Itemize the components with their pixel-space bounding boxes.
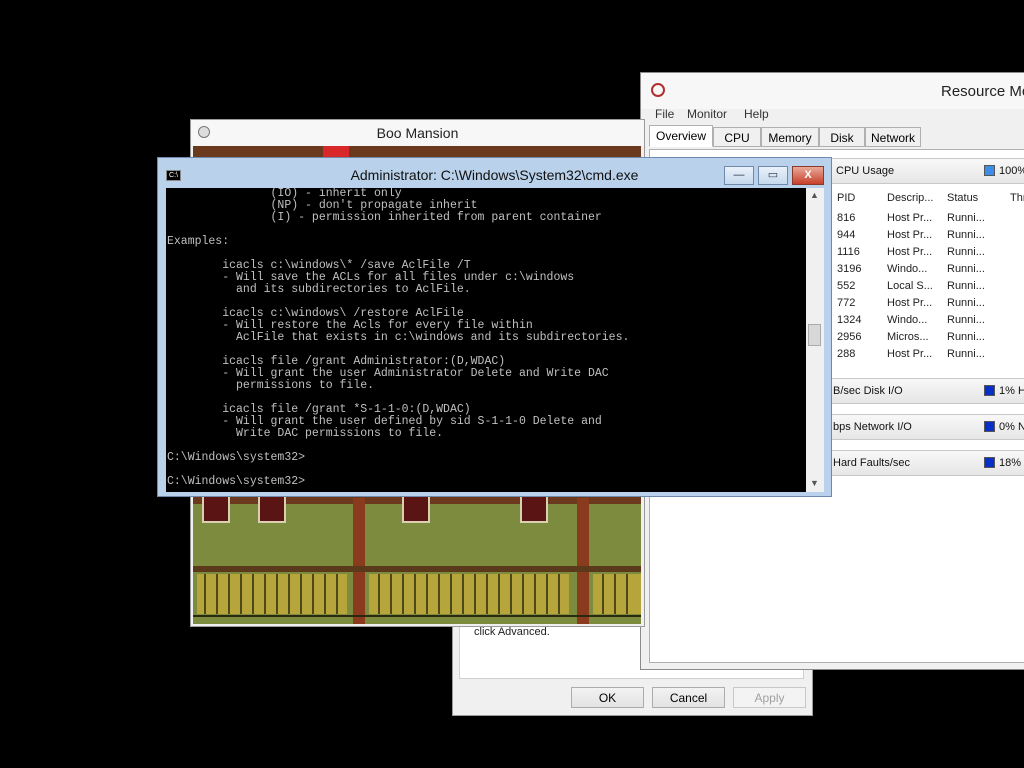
cancel-button[interactable]: Cancel — [652, 687, 725, 708]
row-pid: 552 — [837, 280, 856, 292]
row-desc: Windo... — [887, 314, 928, 326]
cpu-usage-label: CPU Usage — [836, 165, 895, 177]
row-status: Runni... — [947, 212, 985, 224]
tab-network[interactable]: Network — [865, 127, 921, 147]
menu-file[interactable]: File — [655, 107, 674, 121]
hard-faults-value: 18% — [999, 457, 1022, 469]
row-status: Runni... — [947, 280, 985, 292]
col-status[interactable]: Status — [947, 192, 978, 204]
boo-mansion-title: Boo Mansion — [376, 125, 459, 141]
col-threads[interactable]: Thr — [1010, 192, 1024, 204]
row-desc: Host Pr... — [887, 297, 933, 309]
scrollbar-thumb[interactable] — [808, 324, 821, 346]
row-status: Runni... — [947, 348, 985, 360]
row-pid: 944 — [837, 229, 856, 241]
resource-monitor-icon — [651, 83, 665, 97]
col-description[interactable]: Descrip... — [887, 192, 933, 204]
memory-color-square — [984, 457, 995, 468]
row-status: Runni... — [947, 297, 985, 309]
cmd-titlebar[interactable]: C:\ Administrator: C:\Windows\System32\c… — [158, 158, 831, 188]
row-pid: 1116 — [837, 246, 860, 258]
tab-disk[interactable]: Disk — [819, 127, 865, 147]
cmd-window: C:\ Administrator: C:\Windows\System32\c… — [157, 157, 832, 497]
row-desc: Host Pr... — [887, 212, 933, 224]
tab-overview[interactable]: Overview — [649, 125, 713, 147]
row-status: Runni... — [947, 229, 985, 241]
row-status: Runni... — [947, 246, 985, 258]
row-desc: Host Pr... — [887, 348, 933, 360]
row-desc: Local S... — [887, 280, 933, 292]
resource-monitor-menubar: File Monitor Help — [641, 105, 1024, 125]
menu-help[interactable]: Help — [744, 107, 769, 121]
row-pid: 816 — [837, 212, 856, 224]
disk-io-value: 1% H — [999, 385, 1024, 397]
tab-cpu[interactable]: CPU — [713, 127, 761, 147]
scroll-down-arrow-icon[interactable]: ▼ — [810, 478, 819, 488]
resource-monitor-title: Resource Mo — [941, 83, 1024, 100]
row-pid: 288 — [837, 348, 856, 360]
row-status: Runni... — [947, 331, 985, 343]
row-pid: 772 — [837, 297, 856, 309]
boo-mansion-titlebar[interactable]: Boo Mansion — [191, 120, 644, 146]
console-text: (IO) - inherit only (NP) - don't propaga… — [167, 188, 630, 488]
hard-faults-label: Hard Faults/sec — [833, 457, 911, 469]
row-desc: Host Pr... — [887, 229, 933, 241]
minimize-button[interactable]: — — [724, 166, 754, 185]
cpu-usage-value: 100% — [999, 165, 1024, 177]
resource-monitor-titlebar[interactable]: Resource Mo — [641, 73, 1024, 109]
network-io-label: bps Network I/O — [833, 421, 912, 433]
row-pid: 3196 — [837, 263, 862, 275]
close-button[interactable]: X — [792, 166, 824, 185]
scroll-up-arrow-icon[interactable]: ▲ — [810, 190, 819, 200]
advanced-hint-text: click Advanced. — [474, 626, 550, 638]
row-pid: 1324 — [837, 314, 862, 326]
disk-io-label: B/sec Disk I/O — [833, 385, 903, 397]
maximize-button[interactable]: ▭ — [758, 166, 788, 185]
tab-memory[interactable]: Memory — [761, 127, 819, 147]
console-output[interactable]: (IO) - inherit only (NP) - don't propaga… — [166, 188, 806, 492]
disk-color-square — [984, 385, 995, 396]
row-desc: Micros... — [887, 331, 929, 343]
row-pid: 2956 — [837, 331, 862, 343]
col-pid[interactable]: PID — [837, 192, 855, 204]
row-status: Runni... — [947, 263, 985, 275]
menu-monitor[interactable]: Monitor — [687, 107, 727, 121]
network-color-square — [984, 421, 995, 432]
ok-button[interactable]: OK — [571, 687, 644, 708]
apply-button[interactable]: Apply — [733, 687, 806, 708]
console-scrollbar[interactable]: ▲ ▼ — [806, 188, 824, 492]
cpu-color-square — [984, 165, 995, 176]
network-io-value: 0% N — [999, 421, 1024, 433]
row-status: Runni... — [947, 314, 985, 326]
row-desc: Host Pr... — [887, 246, 933, 258]
row-desc: Windo... — [887, 263, 928, 275]
